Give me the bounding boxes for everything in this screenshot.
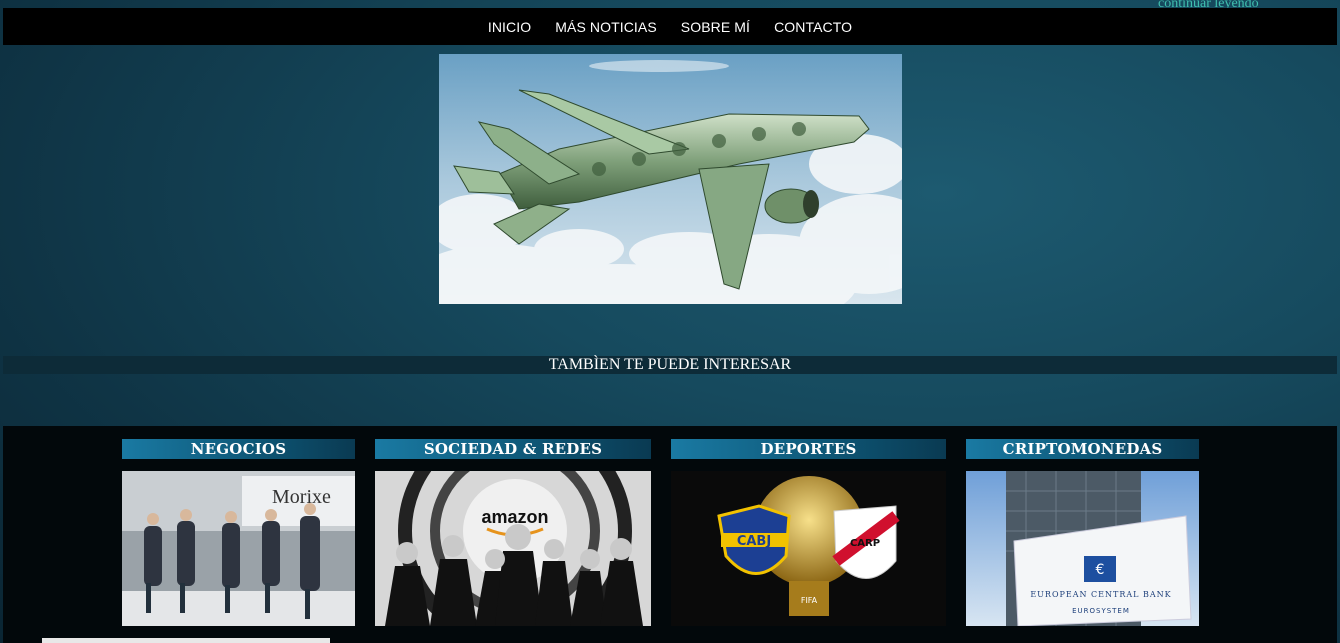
amazon-logo-text: amazon [481, 507, 548, 527]
card-criptomonedas[interactable]: CRIPTOMONEDAS € EUROPEAN CENTRAL BANK EU… [966, 439, 1199, 626]
card-title-criptomonedas[interactable]: CRIPTOMONEDAS [966, 439, 1199, 459]
carp-badge-text: CARP [850, 538, 880, 549]
svg-text:€: € [1096, 562, 1105, 578]
negocios-image[interactable]: Morixe [122, 471, 355, 626]
category-cards-section: NEGOCIOS Morixe SOCIEDAD & REDES amazon … [3, 426, 1337, 643]
card-title-deportes[interactable]: DEPORTES [671, 439, 946, 459]
nav-sobre-mi[interactable]: SOBRE MÍ [681, 19, 750, 35]
nav-inicio[interactable]: INICIO [488, 19, 531, 35]
eurosystem-text: EUROSYSTEM [1072, 607, 1130, 615]
card-sociedad-redes[interactable]: SOCIEDAD & REDES amazon [375, 439, 651, 626]
deportes-image[interactable]: FIFA CABJ CARP [671, 471, 946, 626]
also-interesting-heading: TAMBÌEN TE PUEDE INTERESAR [3, 356, 1337, 374]
hero-image [439, 54, 902, 304]
cabj-badge-text: CABJ [737, 534, 771, 549]
ecb-sign-text: EUROPEAN CENTRAL BANK [1030, 590, 1171, 599]
fifa-label: FIFA [801, 596, 818, 605]
top-navbar: INICIO MÁS NOTICIAS SOBRE MÍ CONTACTO [3, 8, 1337, 45]
criptomonedas-image[interactable]: € EUROPEAN CENTRAL BANK EUROSYSTEM [966, 471, 1199, 626]
card-negocios[interactable]: NEGOCIOS Morixe [122, 439, 355, 626]
nav-mas-noticias[interactable]: MÁS NOTICIAS [555, 19, 657, 35]
card-title-negocios[interactable]: NEGOCIOS [122, 439, 355, 459]
card-title-sociedad-redes[interactable]: SOCIEDAD & REDES [375, 439, 651, 459]
morixe-sign-text: Morixe [272, 486, 331, 508]
sociedad-redes-image[interactable]: amazon [375, 471, 651, 626]
horizontal-scrollbar[interactable] [42, 638, 330, 643]
card-deportes[interactable]: DEPORTES FIFA CABJ CARP [671, 439, 946, 626]
nav-contacto[interactable]: CONTACTO [774, 19, 852, 35]
